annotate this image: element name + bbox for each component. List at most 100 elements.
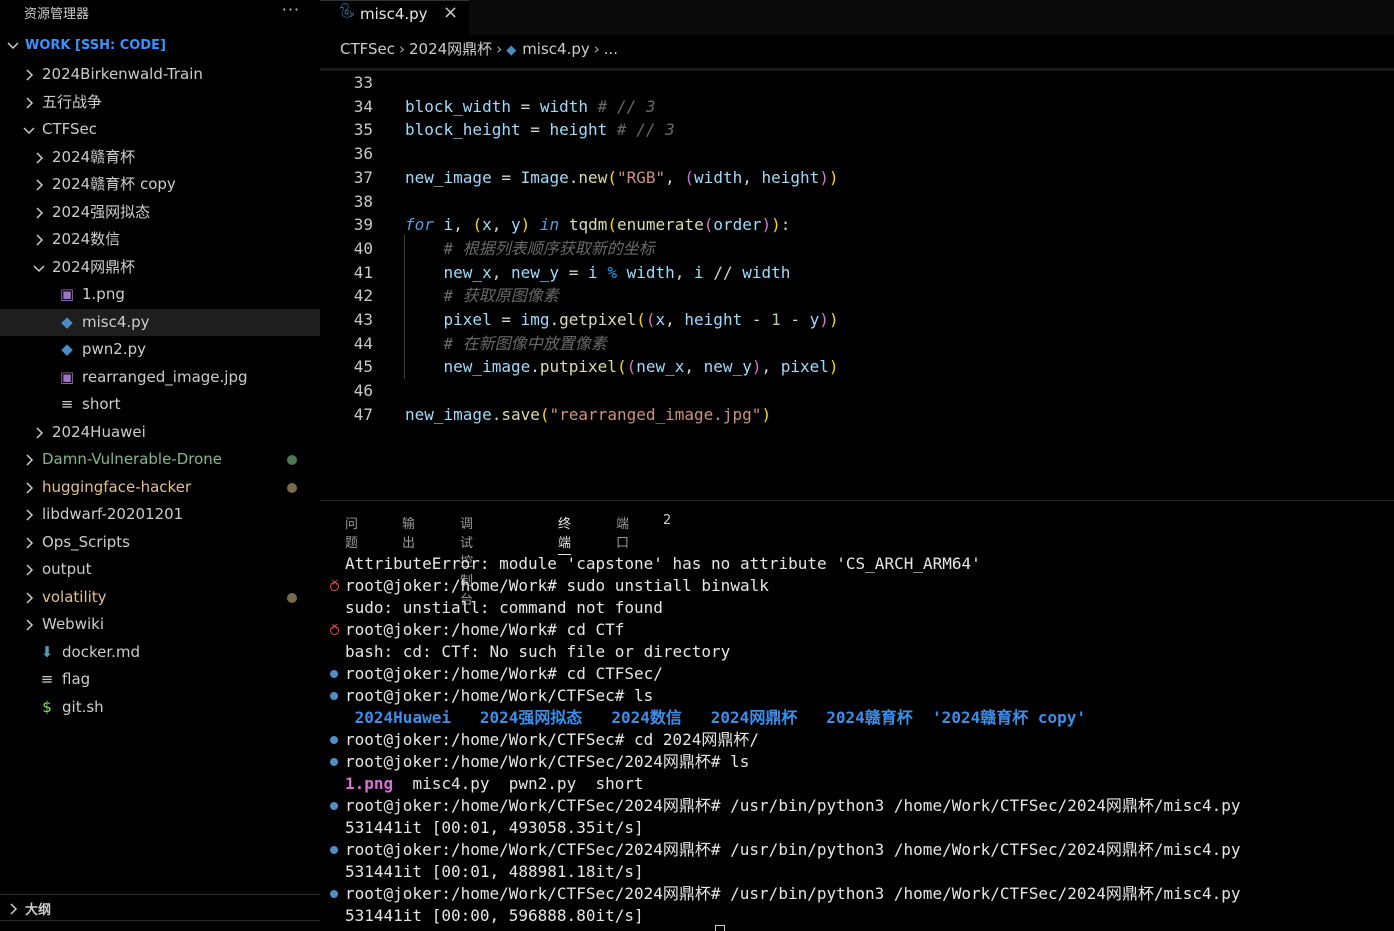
- tree-item-label: 五行战争: [42, 92, 103, 111]
- tree-folder[interactable]: libdwarf-20201201: [0, 501, 320, 529]
- command-success-icon[interactable]: [330, 670, 338, 678]
- chevron-down-icon: [32, 261, 46, 275]
- tab-problems[interactable]: 问题: [345, 513, 358, 551]
- tree-file[interactable]: ≡ short: [0, 391, 320, 419]
- terminal-line: 1.png misc4.py pwn2.py short: [345, 774, 644, 793]
- code-text: new_image.save("rearranged_image.jpg"): [405, 404, 772, 424]
- breadcrumb-separator-icon: ›: [593, 40, 600, 58]
- line-number: 38: [353, 191, 373, 211]
- code-line: 35 block_height = height # // 3: [320, 118, 1394, 142]
- terminal-line: sudo: unstiall: command not found: [345, 598, 663, 617]
- code-line: 40 # 根据列表顺序获取新的坐标: [320, 237, 1394, 261]
- code-line: 42 # 获取原图像素: [320, 284, 1394, 308]
- line-number: 37: [353, 167, 373, 187]
- workspace-label: WORK [SSH: CODE]: [25, 38, 166, 53]
- git-status-dot: [287, 482, 297, 493]
- tree-item-label: misc4.py: [82, 312, 150, 331]
- breadcrumb-item-folder[interactable]: 2024网鼎杯: [409, 38, 492, 59]
- tree-file[interactable]: ▣ rearranged_image.jpg: [0, 364, 320, 392]
- terminal-line: 531441it [00:00, 596888.80it/s]: [345, 906, 644, 925]
- code-line: 44 # 在新图像中放置像素: [320, 332, 1394, 356]
- tree-item-label: CTFSec: [42, 120, 97, 138]
- terminal-line: root@joker:/home/Work# cd CTf: [345, 620, 625, 639]
- tab-label: misc4.py: [360, 5, 428, 23]
- tab-misc4-py[interactable]: 🐍︎ misc4.py ×: [320, 0, 469, 36]
- tab-output[interactable]: 输出: [402, 513, 415, 551]
- breadcrumb-item-file[interactable]: misc4.py: [522, 40, 590, 58]
- code-line: 47 new_image.save("rearranged_image.jpg"): [320, 403, 1394, 427]
- tree-folder[interactable]: 2024强网拟态: [0, 199, 320, 227]
- tab-terminal[interactable]: 终端: [558, 513, 572, 555]
- line-number: 47: [353, 404, 373, 424]
- code-editor[interactable]: 33 34 block_width = width # // 3 35 block_he…: [320, 70, 1394, 430]
- command-success-icon[interactable]: [330, 846, 338, 854]
- line-number: 43: [353, 310, 373, 329]
- tree-folder[interactable]: 2024赣育杯 copy: [0, 171, 320, 199]
- tree-folder[interactable]: output: [0, 556, 320, 584]
- tree-file[interactable]: ◆ misc4.py: [0, 308, 320, 336]
- tree-file[interactable]: ⬇ docker.md: [0, 639, 320, 667]
- chevron-down-icon: [6, 38, 20, 54]
- command-success-icon[interactable]: [330, 692, 338, 700]
- tree-folder[interactable]: 2024网鼎杯: [0, 254, 320, 282]
- more-actions-icon[interactable]: ···: [282, 0, 300, 19]
- command-error-icon[interactable]: [330, 578, 339, 591]
- explorer-header: 资源管理器 ···: [0, 0, 320, 24]
- tree-folder[interactable]: Ops_Scripts: [0, 529, 320, 557]
- chevron-down-icon: [22, 123, 36, 137]
- command-success-icon[interactable]: [330, 736, 338, 744]
- tree-item-label: huggingface-hacker: [42, 477, 192, 496]
- timeline-section-header[interactable]: [0, 920, 320, 930]
- close-icon[interactable]: ×: [443, 2, 458, 23]
- tree-item-label: short: [82, 395, 121, 413]
- tree-item-label: docker.md: [62, 642, 141, 661]
- terminal-line: root@joker:/home/Work/CTFSec/2024网鼎杯# /u…: [345, 796, 1241, 815]
- tree-folder[interactable]: volatility: [0, 584, 320, 612]
- line-number: 46: [353, 381, 373, 401]
- tree-folder[interactable]: Webwiki: [0, 611, 320, 639]
- tree-folder[interactable]: 2024赣育杯: [0, 144, 320, 172]
- command-success-icon[interactable]: [330, 890, 338, 898]
- workspace-header[interactable]: WORK [SSH: CODE]: [0, 37, 320, 57]
- tree-item-label: Damn-Vulnerable-Drone: [42, 450, 223, 468]
- tree-folder[interactable]: CTFSec: [0, 116, 320, 144]
- tab-ports[interactable]: 端口: [616, 513, 629, 551]
- python-file-icon: ◆: [61, 312, 73, 331]
- chevron-right-icon: [32, 178, 46, 192]
- breadcrumb-separator-icon: ›: [399, 40, 405, 58]
- tree-file[interactable]: ◆ pwn2.py: [0, 336, 320, 364]
- python-file-icon: ◆: [61, 340, 73, 358]
- chevron-right-icon: [22, 563, 36, 577]
- tree-folder[interactable]: huggingface-hacker: [0, 474, 320, 502]
- breadcrumb-item-ctfsec[interactable]: CTFSec: [340, 40, 395, 58]
- breadcrumb-item-symbol[interactable]: ...: [604, 40, 618, 58]
- code-text: new_image = Image.new("RGB", (width, hei…: [405, 167, 839, 187]
- tree-item-label: Ops_Scripts: [42, 532, 130, 551]
- tree-item-label: 2024赣育杯 copy: [52, 175, 176, 193]
- tree-file[interactable]: ▣ 1.png: [0, 281, 320, 309]
- tree-file[interactable]: ≡ flag: [0, 666, 320, 694]
- text-file-icon: ≡: [40, 670, 54, 688]
- chevron-right-icon: [32, 206, 46, 220]
- tree-item-label: flag: [62, 670, 91, 688]
- line-number: 39: [353, 215, 373, 235]
- code-line: 37 new_image = Image.new("RGB", (width, h…: [320, 166, 1394, 190]
- tree-folder[interactable]: 2024数信: [0, 226, 320, 254]
- bottom-panel: 问题 输出 调试控制台 终端 端口 2 AttributeError: modu…: [320, 500, 1394, 931]
- tree-file[interactable]: $ git.sh: [0, 694, 320, 722]
- ports-count-badge: 2: [663, 513, 672, 528]
- tree-folder[interactable]: 2024Huawei: [0, 419, 320, 447]
- tree-folder[interactable]: Damn-Vulnerable-Drone: [0, 446, 320, 474]
- code-text: block_width = width # // 3: [405, 96, 656, 116]
- chevron-right-icon: [32, 426, 46, 440]
- python-file-icon: 🐍︎: [338, 3, 356, 19]
- outline-section-header[interactable]: 大纲: [0, 894, 320, 921]
- tree-folder[interactable]: 五行战争: [0, 89, 320, 117]
- tree-item-label: Webwiki: [42, 615, 104, 633]
- breadcrumb-separator-icon: ›: [496, 40, 503, 58]
- command-success-icon[interactable]: [330, 802, 338, 810]
- command-success-icon[interactable]: [330, 758, 338, 766]
- tree-folder[interactable]: 2024Birkenwald-Train: [0, 61, 320, 89]
- outline-label: 大纲: [25, 903, 52, 918]
- command-error-icon[interactable]: [330, 622, 339, 635]
